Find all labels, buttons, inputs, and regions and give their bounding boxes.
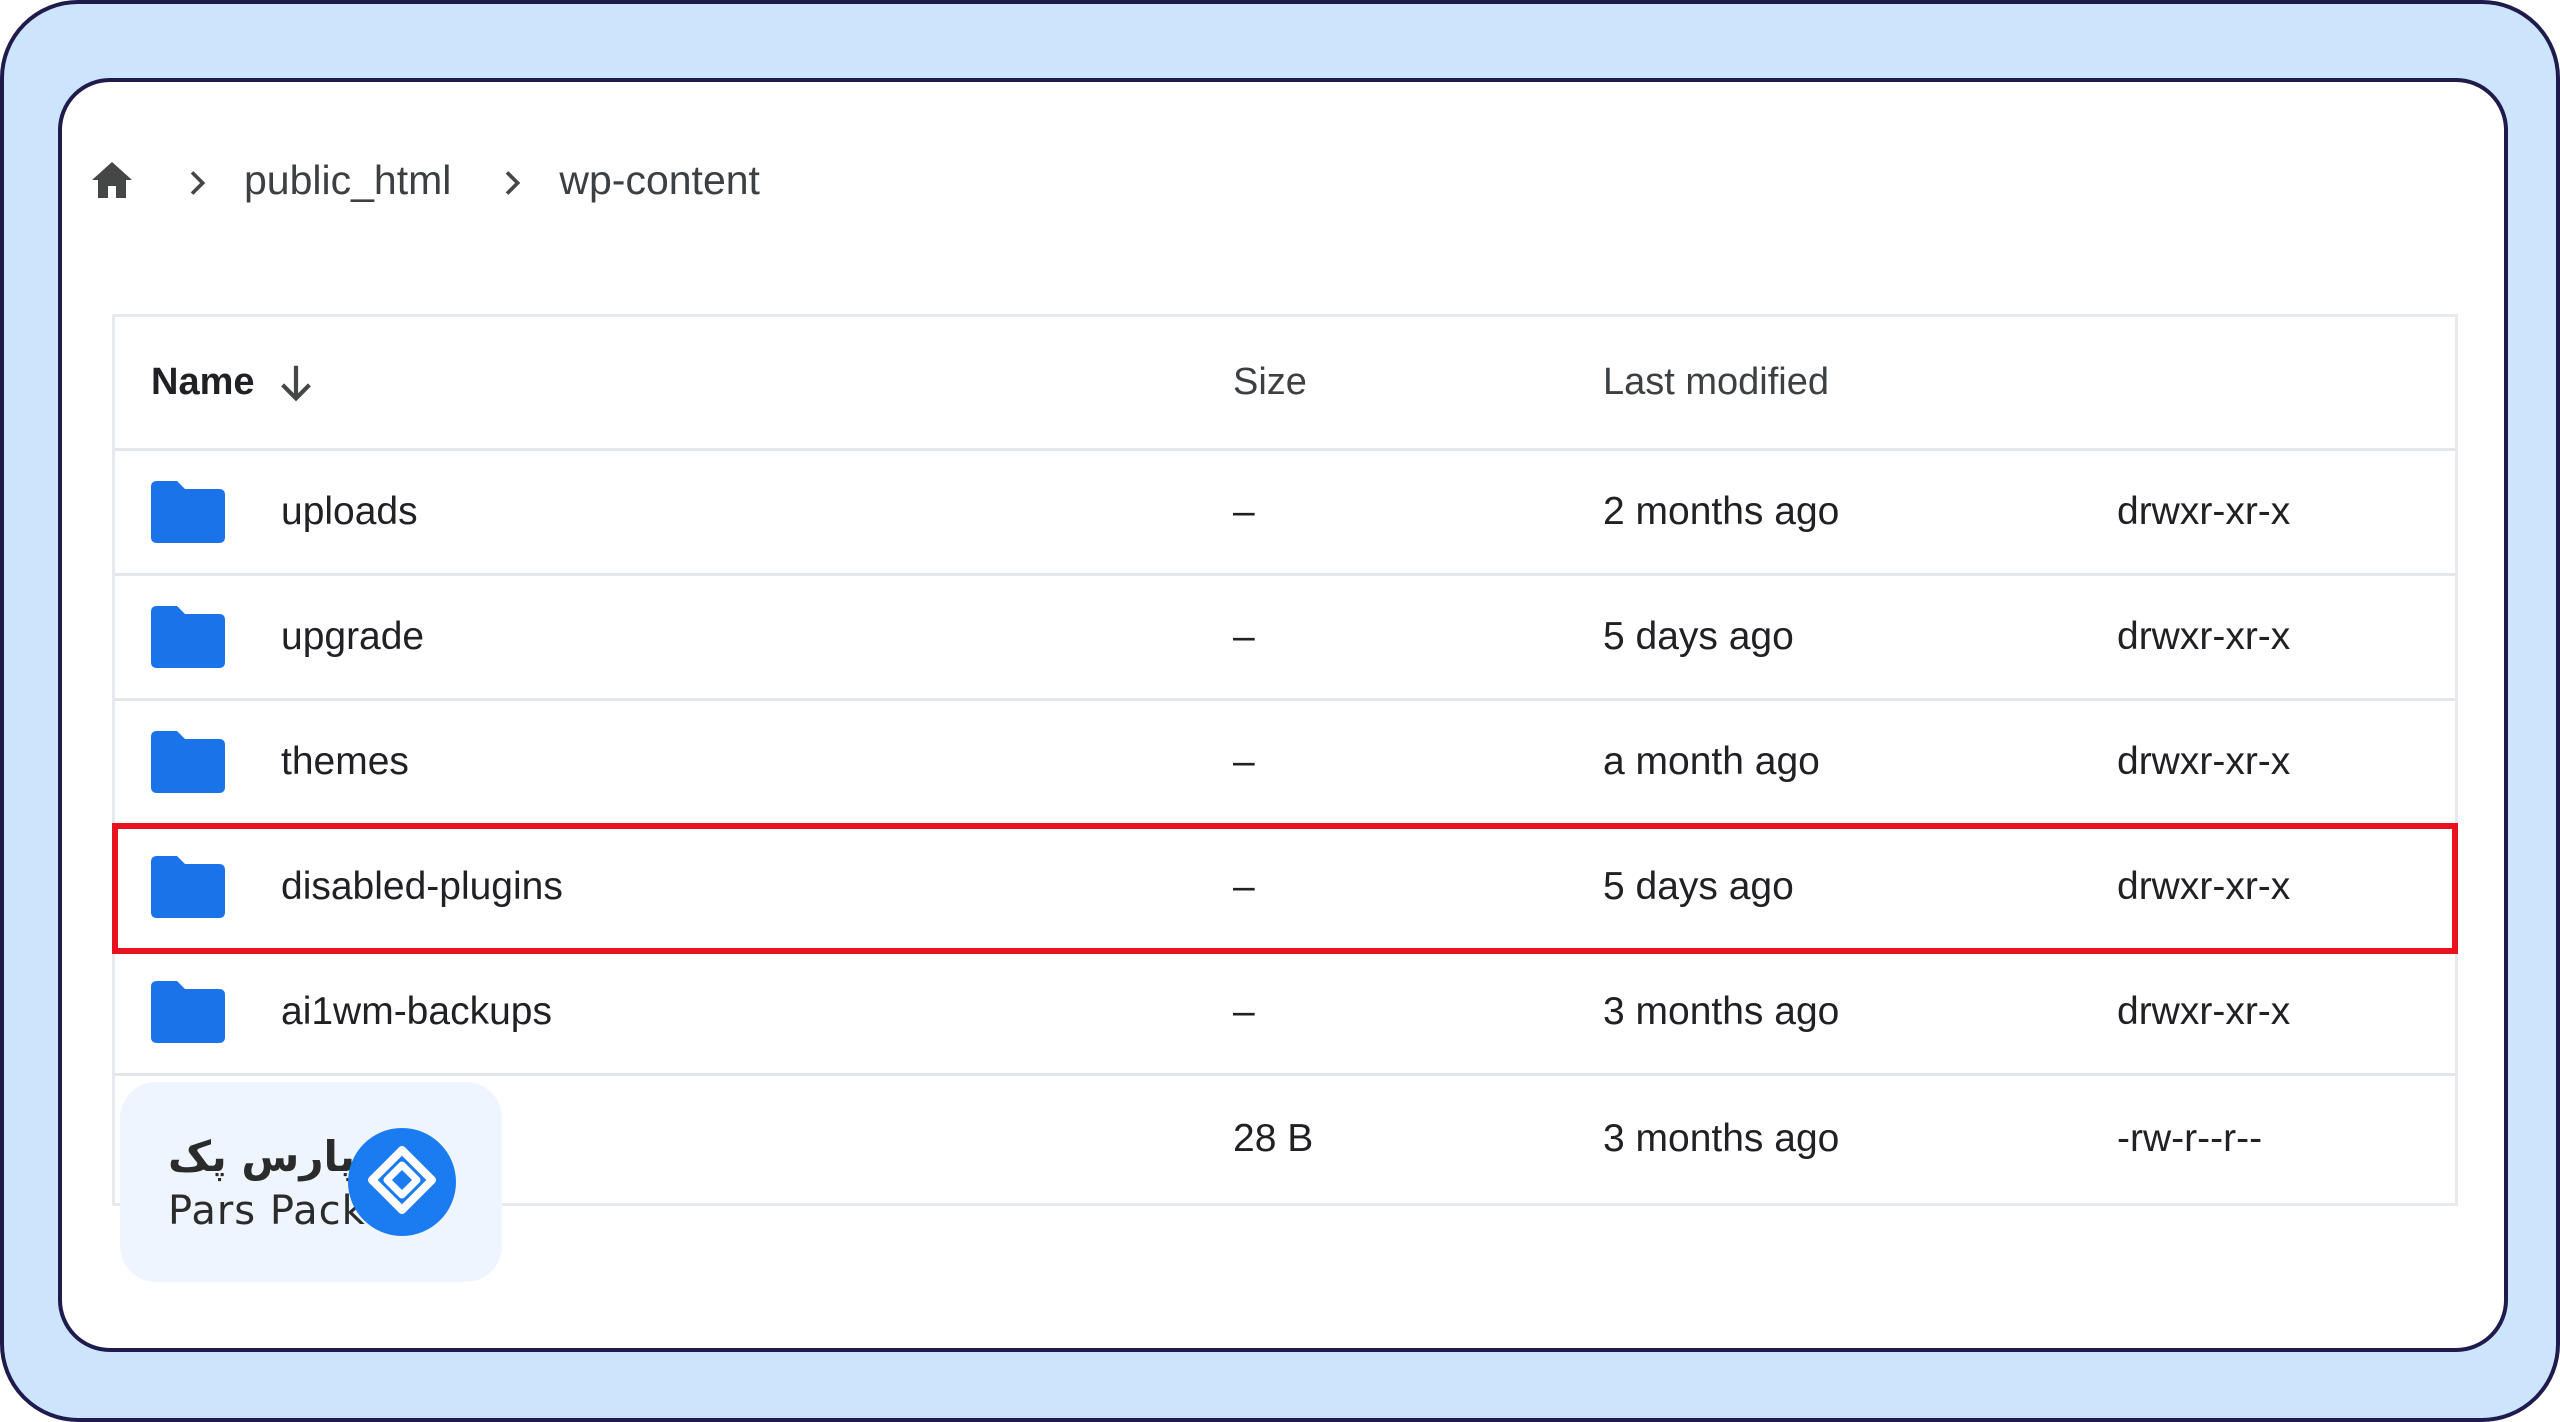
table-row-highlighted[interactable]: disabled-plugins – 5 days ago drwxr-xr-x [112,823,2458,954]
file-table: Name Size Last modified uploads – 2 mont… [112,314,2458,1206]
folder-icon [151,826,225,948]
table-row[interactable]: ai1wm-backups – 3 months ago drwxr-xr-x [115,951,2455,1076]
file-size: – [1233,990,1255,1033]
folder-icon [151,451,225,573]
chevron-right-icon [180,163,214,197]
file-name[interactable]: themes [281,701,409,823]
table-row[interactable]: themes – a month ago drwxr-xr-x [115,701,2455,826]
file-permissions: drwxr-xr-x [2117,615,2291,658]
column-header-size[interactable]: Size [1233,317,1307,448]
file-modified: 2 months ago [1603,490,1840,533]
file-size: – [1233,615,1255,658]
column-header-last-modified[interactable]: Last modified [1603,317,1829,448]
breadcrumb-item-public-html[interactable]: public_html [244,157,451,204]
file-name[interactable]: uploads [281,451,418,573]
folder-icon [151,701,225,823]
file-name[interactable]: disabled-plugins [281,826,563,948]
file-size: – [1233,490,1255,533]
folder-icon [151,576,225,698]
logo-mark-icon [348,1128,456,1236]
home-icon[interactable] [88,156,136,204]
table-row[interactable]: uploads – 2 months ago drwxr-xr-x [115,451,2455,576]
breadcrumb-item-wp-content[interactable]: wp-content [559,157,760,204]
file-permissions: -rw-r--r-- [2117,1116,2263,1160]
file-modified: 3 months ago [1603,990,1840,1033]
file-modified: 3 months ago [1603,1116,1840,1160]
chevron-right-icon [495,163,529,197]
pars-pack-logo: پارس پک Pars Pack [120,1082,502,1282]
file-modified: a month ago [1603,740,1820,783]
folder-icon [151,951,225,1073]
file-name[interactable]: ai1wm-backups [281,951,552,1073]
table-row[interactable]: upgrade – 5 days ago drwxr-xr-x [115,576,2455,701]
file-modified: 5 days ago [1603,615,1794,658]
file-size: 28 B [1233,1116,1314,1160]
arrow-down-icon[interactable] [273,360,319,406]
file-modified: 5 days ago [1603,865,1794,908]
column-header-name[interactable]: Name [151,317,319,448]
file-name[interactable]: upgrade [281,576,424,698]
file-permissions: drwxr-xr-x [2117,490,2291,533]
column-name-label: Name [151,361,255,403]
file-size: – [1233,740,1255,783]
file-size: – [1233,865,1255,908]
logo-text-en: Pars Pack [168,1188,366,1234]
file-permissions: drwxr-xr-x [2117,865,2291,908]
breadcrumb: public_html wp-content [88,130,804,230]
table-header: Name Size Last modified [115,317,2455,451]
logo-text-fa: پارس پک [168,1132,356,1181]
file-permissions: drwxr-xr-x [2117,990,2291,1033]
file-permissions: drwxr-xr-x [2117,740,2291,783]
